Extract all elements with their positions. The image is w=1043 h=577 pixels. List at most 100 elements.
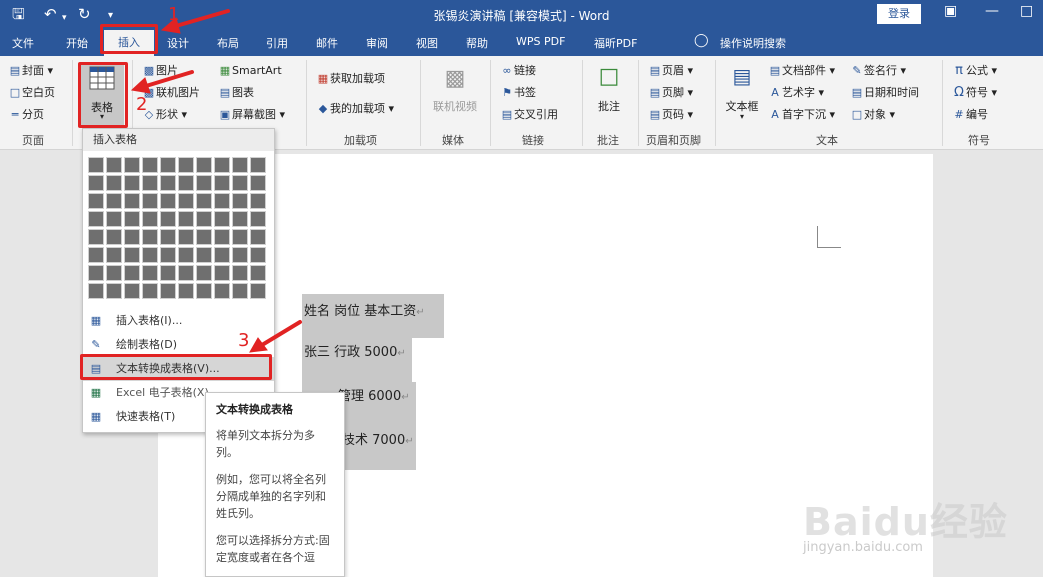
grid-cell[interactable] <box>106 265 122 281</box>
picture-button[interactable]: ▩ 图片 <box>142 64 178 78</box>
grid-cell[interactable] <box>88 265 104 281</box>
grid-cell[interactable] <box>178 265 194 281</box>
grid-cell[interactable] <box>124 211 140 227</box>
get-addins-button[interactable]: ▦ 获取加载项 <box>316 72 385 86</box>
grid-cell[interactable] <box>160 247 176 263</box>
grid-cell[interactable] <box>214 265 230 281</box>
tell-me-search[interactable]: 操作说明搜索 <box>720 35 786 51</box>
grid-cell[interactable] <box>250 175 266 191</box>
tab-foxit-pdf[interactable]: 福昕PDF <box>594 35 637 51</box>
login-button[interactable]: 登录 <box>877 4 921 24</box>
doc-line-2[interactable]: 张三 行政 5000↵ <box>302 338 412 382</box>
grid-cell[interactable] <box>142 175 158 191</box>
grid-cell[interactable] <box>88 193 104 209</box>
grid-cell[interactable] <box>160 283 176 299</box>
object-button[interactable]: □ 对象 ▾ <box>850 108 895 122</box>
cover-page-button[interactable]: ▤ 封面 ▾ <box>8 64 53 78</box>
grid-cell[interactable] <box>160 157 176 173</box>
grid-cell[interactable] <box>214 193 230 209</box>
grid-cell[interactable] <box>250 211 266 227</box>
grid-cell[interactable] <box>124 175 140 191</box>
grid-cell[interactable] <box>88 247 104 263</box>
link-button[interactable]: ∞ 链接 <box>500 64 536 78</box>
grid-cell[interactable] <box>250 193 266 209</box>
online-picture-button[interactable]: ▩ 联机图片 <box>142 86 200 100</box>
grid-cell[interactable] <box>88 283 104 299</box>
grid-cell[interactable] <box>142 211 158 227</box>
grid-cell[interactable] <box>178 157 194 173</box>
page-break-button[interactable]: ═ 分页 <box>8 108 44 122</box>
tab-references[interactable]: 引用 <box>266 35 288 51</box>
grid-cell[interactable] <box>214 283 230 299</box>
grid-cell[interactable] <box>106 175 122 191</box>
grid-cell[interactable] <box>142 265 158 281</box>
tab-view[interactable]: 视图 <box>416 35 438 51</box>
grid-cell[interactable] <box>124 193 140 209</box>
screenshot-button[interactable]: ▣ 屏幕截图 ▾ <box>218 108 285 122</box>
tab-help[interactable]: 帮助 <box>466 35 488 51</box>
grid-cell[interactable] <box>232 229 248 245</box>
grid-cell[interactable] <box>178 229 194 245</box>
grid-cell[interactable] <box>124 229 140 245</box>
grid-cell[interactable] <box>250 265 266 281</box>
grid-cell[interactable] <box>178 247 194 263</box>
grid-cell[interactable] <box>106 283 122 299</box>
grid-cell[interactable] <box>178 211 194 227</box>
grid-cell[interactable] <box>88 157 104 173</box>
wordart-button[interactable]: A 艺术字 ▾ <box>768 86 824 100</box>
grid-cell[interactable] <box>196 229 212 245</box>
chart-button[interactable]: ▤ 图表 <box>218 86 254 100</box>
blank-page-button[interactable]: □ 空白页 <box>8 86 55 100</box>
bookmark-button[interactable]: ⚑ 书签 <box>500 86 536 100</box>
grid-cell[interactable] <box>124 265 140 281</box>
grid-cell[interactable] <box>142 283 158 299</box>
comment-button[interactable]: □ 批注 <box>588 62 630 126</box>
grid-cell[interactable] <box>232 283 248 299</box>
grid-cell[interactable] <box>88 229 104 245</box>
grid-cell[interactable] <box>160 175 176 191</box>
grid-cell[interactable] <box>124 283 140 299</box>
grid-cell[interactable] <box>160 229 176 245</box>
tab-layout[interactable]: 布局 <box>217 35 239 51</box>
tab-file[interactable]: 文件 <box>12 35 34 51</box>
grid-cell[interactable] <box>214 175 230 191</box>
tab-review[interactable]: 审阅 <box>366 35 388 51</box>
tab-wps-pdf[interactable]: WPS PDF <box>516 35 565 48</box>
grid-cell[interactable] <box>196 265 212 281</box>
grid-cell[interactable] <box>232 265 248 281</box>
online-video-button[interactable]: ▩ 联机视频 <box>428 62 482 126</box>
grid-cell[interactable] <box>142 193 158 209</box>
grid-cell[interactable] <box>196 175 212 191</box>
grid-cell[interactable] <box>196 247 212 263</box>
tab-home[interactable]: 开始 <box>66 35 88 51</box>
grid-cell[interactable] <box>160 193 176 209</box>
grid-cell[interactable] <box>106 229 122 245</box>
grid-cell[interactable] <box>142 247 158 263</box>
grid-cell[interactable] <box>232 211 248 227</box>
grid-cell[interactable] <box>250 229 266 245</box>
quick-parts-button[interactable]: ▤ 文档部件 ▾ <box>768 64 835 78</box>
drop-cap-button[interactable]: A 首字下沉 ▾ <box>768 108 835 122</box>
tab-mailings[interactable]: 邮件 <box>316 35 338 51</box>
footer-button[interactable]: ▤ 页脚 ▾ <box>648 86 693 100</box>
grid-cell[interactable] <box>106 247 122 263</box>
grid-cell[interactable] <box>178 193 194 209</box>
grid-cell[interactable] <box>214 157 230 173</box>
smartart-button[interactable]: ▦ SmartArt <box>218 64 282 78</box>
grid-cell[interactable] <box>160 211 176 227</box>
grid-cell[interactable] <box>88 211 104 227</box>
grid-cell[interactable] <box>250 247 266 263</box>
grid-cell[interactable] <box>232 193 248 209</box>
grid-cell[interactable] <box>142 229 158 245</box>
grid-cell[interactable] <box>196 211 212 227</box>
my-addins-button[interactable]: ◆ 我的加载项 ▾ <box>316 102 394 116</box>
grid-cell[interactable] <box>106 193 122 209</box>
grid-cell[interactable] <box>88 175 104 191</box>
minimize-icon[interactable]: — <box>985 3 999 19</box>
grid-cell[interactable] <box>196 193 212 209</box>
ribbon-display-icon[interactable]: ▣ <box>944 3 957 19</box>
grid-cell[interactable] <box>214 229 230 245</box>
page-number-button[interactable]: ▤ 页码 ▾ <box>648 108 693 122</box>
doc-line-1[interactable]: 姓名 岗位 基本工资↵ <box>302 294 444 338</box>
textbox-button[interactable]: ▤ 文本框 ▾ <box>722 62 762 126</box>
